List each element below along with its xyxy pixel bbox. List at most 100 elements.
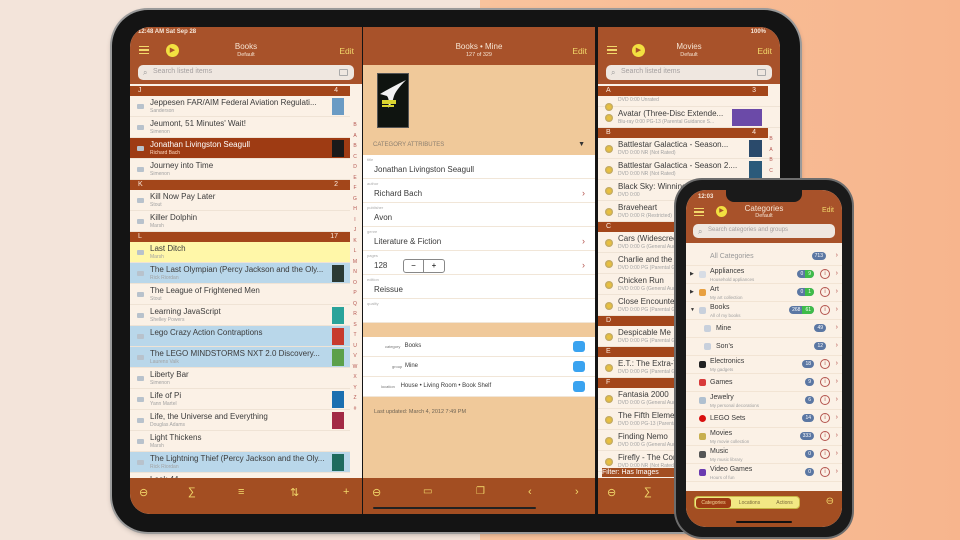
index-letter[interactable]: I (350, 215, 360, 226)
index-letter[interactable]: O (350, 278, 360, 289)
filter-icon[interactable]: ≡ (238, 486, 244, 498)
location-row[interactable]: location House • Living Room • Book Shelf (363, 377, 595, 397)
segment-actions[interactable]: Actions (767, 500, 802, 506)
movie-row[interactable]: DVD 0:00 Unrated (598, 96, 780, 111)
folder-icon[interactable] (573, 341, 585, 352)
index-letter[interactable]: D (350, 162, 360, 173)
books-search-input[interactable]: ⌕ Search listed items (138, 65, 354, 80)
sort-icon[interactable]: ⇅ (290, 486, 299, 499)
index-letter[interactable]: L (350, 246, 360, 257)
info-icon[interactable]: i (820, 431, 830, 441)
category-row[interactable]: Music My music library 0 i › (686, 446, 842, 464)
book-row[interactable]: The League of Frightened Men Stout (130, 284, 350, 305)
index-letter[interactable]: C (350, 152, 360, 163)
movies-edit-button[interactable]: Edit (757, 46, 772, 56)
attribute-row[interactable]: title Jonathan Livingston Seagull (363, 155, 595, 179)
index-letter[interactable]: A (350, 131, 360, 142)
category-row[interactable]: Games 9 i › (686, 374, 842, 392)
index-letter[interactable]: H (350, 204, 360, 215)
segment-locations[interactable]: Locations (732, 500, 767, 506)
category-row[interactable]: LEGO Sets 14 i › (686, 410, 842, 428)
location-row[interactable]: group Mine (363, 357, 595, 377)
index-letter[interactable]: W (350, 362, 360, 373)
index-letter[interactable]: Y (350, 383, 360, 394)
collapse-triangle-icon[interactable]: ▼ (578, 141, 585, 148)
sum-icon[interactable]: ∑ (644, 486, 652, 498)
attribute-row[interactable]: quality (363, 299, 595, 323)
book-cover-image[interactable] (377, 73, 409, 128)
segment-categories[interactable]: Categories (696, 498, 731, 508)
radio-icon[interactable]: ▭ (423, 486, 432, 497)
chevron-right-icon[interactable]: › (582, 236, 585, 246)
index-letter[interactable]: E (350, 173, 360, 184)
index-letter[interactable]: M (350, 257, 360, 268)
chevron-right-icon[interactable]: › (582, 260, 585, 270)
location-row[interactable]: category Books (363, 337, 595, 357)
expanded-triangle-icon[interactable]: ▼ (690, 307, 695, 313)
attributes-header[interactable]: CATEGORY ATTRIBUTES ▼ (363, 139, 595, 153)
index-letter[interactable]: F (350, 183, 360, 194)
previous-chevron-icon[interactable]: ‹ (528, 486, 532, 498)
info-icon[interactable]: i (820, 449, 830, 459)
book-row[interactable]: The Last Olympian (Percy Jackson and the… (130, 263, 350, 284)
info-icon[interactable]: i (820, 467, 830, 477)
copy-icon[interactable]: ❐ (476, 486, 485, 497)
add-icon[interactable]: + (343, 486, 349, 498)
index-letter[interactable]: U (350, 341, 360, 352)
index-letter[interactable]: C (766, 166, 776, 177)
next-chevron-icon[interactable]: › (575, 486, 579, 498)
category-row[interactable]: Mine 49 › (686, 320, 842, 338)
book-row[interactable]: Liberty Bar Simenon (130, 368, 350, 389)
movie-row[interactable]: Battlestar Galactica - Season 2.... DVD 0… (598, 159, 780, 180)
category-row[interactable]: Movies My movie collection 333 i › (686, 428, 842, 446)
info-icon[interactable]: i (820, 377, 830, 387)
chevron-right-icon[interactable]: › (582, 188, 585, 198)
index-letter[interactable]: X (350, 372, 360, 383)
collapsed-triangle-icon[interactable]: ▶ (690, 289, 694, 295)
attribute-value[interactable]: Jonathan Livingston Seagull (374, 165, 474, 174)
index-letter[interactable]: Q (350, 299, 360, 310)
decrement-button[interactable]: − (404, 260, 424, 272)
movie-row[interactable]: Avatar (Three-Disc Extende... Blu-ray 0:0… (598, 107, 780, 128)
book-icon[interactable] (339, 69, 348, 76)
attribute-row[interactable]: publisher Avon (363, 203, 595, 227)
book-row[interactable]: Learning JavaScript Shelley Powers (130, 305, 350, 326)
index-letter[interactable]: P (350, 288, 360, 299)
attribute-value[interactable]: Avon (374, 213, 392, 222)
attribute-row[interactable]: author Richard Bach › (363, 179, 595, 203)
info-icon[interactable]: i (820, 413, 830, 423)
attribute-row[interactable]: pages 128 − + › (363, 251, 595, 275)
book-row[interactable]: Lego Crazy Action Contraptions (130, 326, 350, 347)
all-categories-row[interactable]: All Categories 713 › (686, 248, 842, 266)
index-letter[interactable]: B (766, 134, 776, 145)
book-row[interactable]: Jeppesen FAR/AIM Federal Aviation Regula… (130, 96, 350, 117)
index-letter[interactable]: N (350, 267, 360, 278)
attribute-row[interactable]: genre Literature & Fiction › (363, 227, 595, 251)
folder-icon[interactable] (573, 381, 585, 392)
collapsed-triangle-icon[interactable]: ▶ (690, 271, 694, 277)
index-letter[interactable]: S (350, 320, 360, 331)
index-letter[interactable]: V (350, 351, 360, 362)
index-letter[interactable]: # (350, 404, 360, 415)
books-edit-button[interactable]: Edit (339, 46, 354, 56)
book-row[interactable]: Last Ditch Marsh (130, 242, 350, 263)
attribute-value[interactable]: Richard Bach (374, 189, 422, 198)
categories-edit-button[interactable]: Edit (822, 207, 834, 214)
category-row[interactable]: Son's 12 › (686, 338, 842, 356)
index-letter[interactable]: B (350, 120, 360, 131)
book-row[interactable]: Jeumont, 51 Minutes' Wait! Simenon (130, 117, 350, 138)
index-letter[interactable]: G (350, 194, 360, 205)
info-icon[interactable]: i (820, 395, 830, 405)
movie-row[interactable]: Battlestar Galactica - Season... DVD 0:00… (598, 138, 780, 159)
book-row[interactable]: The LEGO MINDSTORMS NXT 2.0 Discovery...… (130, 347, 350, 368)
index-letter[interactable]: B (350, 141, 360, 152)
index-letter[interactable]: R (350, 309, 360, 320)
category-row[interactable]: ▶ Appliances Household appliances 0 9 i › (686, 266, 842, 284)
minus-circle-icon[interactable]: ⊖ (139, 486, 148, 499)
minus-circle-icon[interactable]: ⊖ (372, 486, 381, 499)
book-row[interactable]: Kill Now Pay Later Stout (130, 190, 350, 211)
index-letter[interactable]: T (350, 330, 360, 341)
book-row[interactable]: Life, the Universe and Everything Douglas… (130, 410, 350, 431)
index-letter[interactable]: B (766, 155, 776, 166)
pages-stepper[interactable]: − + (403, 259, 445, 273)
